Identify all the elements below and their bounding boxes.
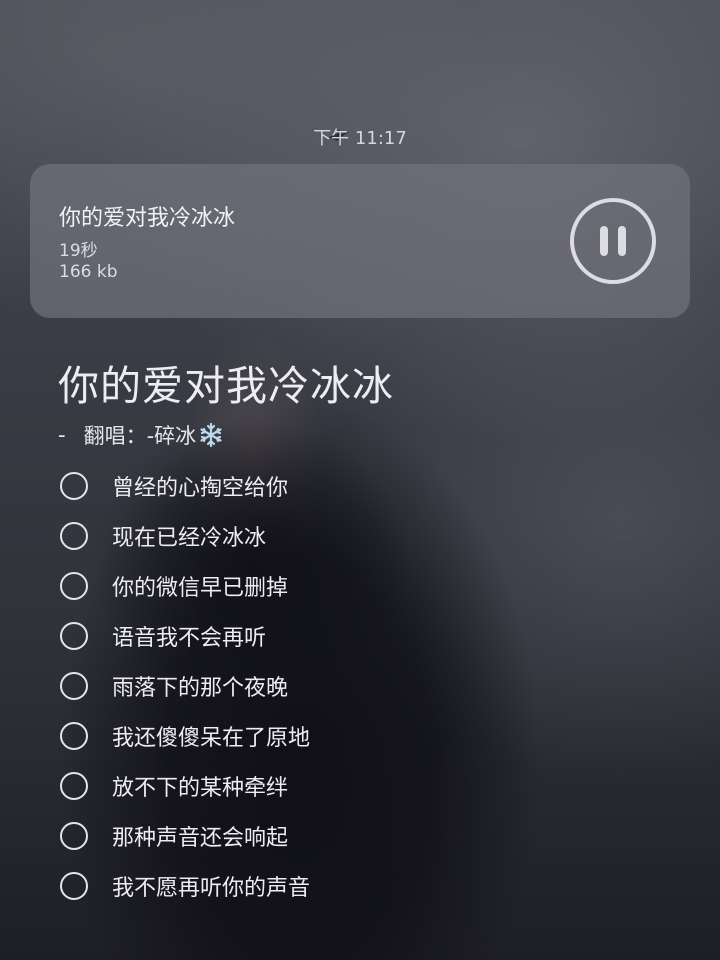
- radio-button[interactable]: [60, 872, 88, 900]
- lyric-text: 我还傻傻呆在了原地: [112, 726, 311, 751]
- radio-button[interactable]: [60, 522, 88, 550]
- lyrics-list: 曾经的心掏空给你 现在已经冷冰冰 你的微信早已删掉 语音我不会再听 雨落下的那个…: [58, 461, 310, 911]
- lyric-text: 现在已经冷冰冰: [112, 526, 267, 551]
- lyric-item[interactable]: 现在已经冷冰冰: [58, 511, 310, 561]
- radio-button[interactable]: [60, 572, 88, 600]
- lyric-text: 我不愿再听你的声音: [112, 876, 311, 901]
- pause-icon: [570, 198, 656, 284]
- credit-dash: -: [58, 423, 66, 447]
- lyric-text: 放不下的某种牵绊: [112, 776, 289, 801]
- song-title: 你的爱对我冷冰冰: [58, 362, 394, 410]
- player-file-size: 166 kb: [59, 262, 118, 282]
- lyric-item[interactable]: 雨落下的那个夜晚: [58, 661, 310, 711]
- status-time: 下午 11:17: [313, 128, 407, 149]
- lyric-text: 曾经的心掏空给你: [112, 476, 289, 501]
- lyric-item[interactable]: 你的微信早已删掉: [58, 561, 310, 611]
- pause-button[interactable]: [569, 197, 657, 285]
- radio-button[interactable]: [60, 472, 88, 500]
- lyric-text: 你的微信早已删掉: [112, 576, 289, 601]
- radio-button[interactable]: [60, 822, 88, 850]
- snowflake-icon: [200, 422, 222, 448]
- lyric-item[interactable]: 语音我不会再听: [58, 611, 310, 661]
- player-duration: 19秒: [59, 241, 98, 261]
- lyric-text: 那种声音还会响起: [112, 826, 289, 851]
- lyric-text: 语音我不会再听: [112, 626, 267, 651]
- credit-text: 翻唱：-碎冰: [83, 424, 197, 448]
- lyric-item[interactable]: 那种声音还会响起: [58, 811, 310, 861]
- lyric-item[interactable]: 曾经的心掏空给你: [58, 461, 310, 511]
- lyric-text: 雨落下的那个夜晚: [112, 676, 289, 701]
- radio-button[interactable]: [60, 772, 88, 800]
- player-title: 你的爱对我冷冰冰: [59, 206, 236, 231]
- radio-button[interactable]: [60, 672, 88, 700]
- radio-button[interactable]: [60, 622, 88, 650]
- lyric-item[interactable]: 我不愿再听你的声音: [58, 861, 310, 911]
- song-credit: - 翻唱：-碎冰: [58, 420, 224, 450]
- radio-button[interactable]: [60, 722, 88, 750]
- lyric-item[interactable]: 我还傻傻呆在了原地: [58, 711, 310, 761]
- lyric-item[interactable]: 放不下的某种牵绊: [58, 761, 310, 811]
- audio-player-card[interactable]: 你的爱对我冷冰冰 19秒 166 kb: [30, 164, 690, 318]
